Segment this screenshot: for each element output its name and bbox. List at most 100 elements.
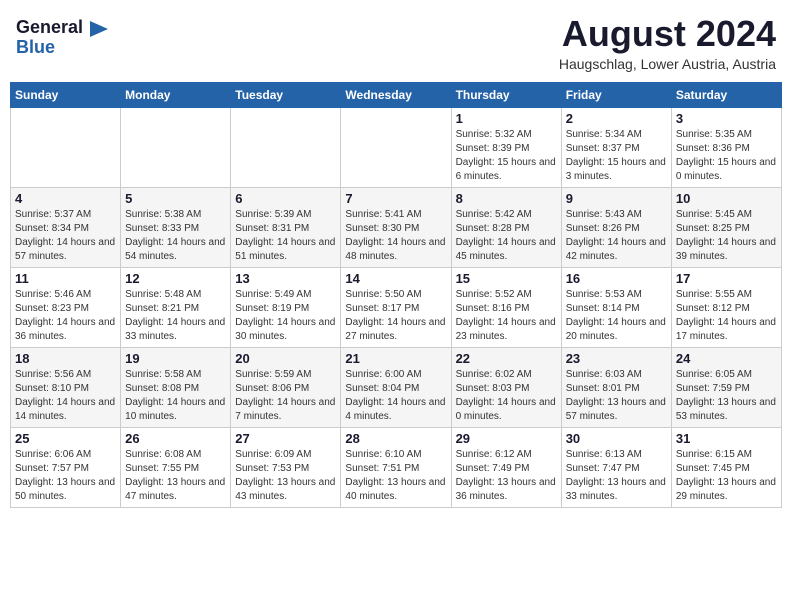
weekday-header-wednesday: Wednesday [341, 82, 451, 107]
calendar-cell: 19 Sunrise: 5:58 AM Sunset: 8:08 PM Dayli… [121, 347, 231, 427]
calendar-cell: 23 Sunrise: 6:03 AM Sunset: 8:01 PM Dayli… [561, 347, 671, 427]
weekday-header-sunday: Sunday [11, 82, 121, 107]
calendar-cell: 1Sunrise: 5:32 AM Sunset: 8:39 PM Daylig… [451, 107, 561, 187]
calendar-week-row: 11 Sunrise: 5:46 AM Sunset: 8:23 PM Dayli… [11, 267, 782, 347]
calendar-cell [11, 107, 121, 187]
calendar-cell [341, 107, 451, 187]
day-number: 14 [345, 271, 446, 286]
calendar-week-row: 4Sunrise: 5:37 AM Sunset: 8:34 PM Daylig… [11, 187, 782, 267]
calendar-cell [231, 107, 341, 187]
calendar-cell: 16 Sunrise: 5:53 AM Sunset: 8:14 PM Dayli… [561, 267, 671, 347]
weekday-header-monday: Monday [121, 82, 231, 107]
calendar-cell: 7Sunrise: 5:41 AM Sunset: 8:30 PM Daylig… [341, 187, 451, 267]
calendar-cell: 8Sunrise: 5:42 AM Sunset: 8:28 PM Daylig… [451, 187, 561, 267]
day-number: 26 [125, 431, 226, 446]
calendar-cell: 26Sunrise: 6:08 AM Sunset: 7:55 PM Dayli… [121, 427, 231, 507]
day-detail: Sunrise: 5:35 AM Sunset: 8:36 PM Dayligh… [676, 128, 777, 184]
day-number: 22 [456, 351, 557, 366]
day-detail: Sunrise: 5:38 AM Sunset: 8:33 PM Dayligh… [125, 208, 226, 264]
calendar-cell: 12 Sunrise: 5:48 AM Sunset: 8:21 PM Dayli… [121, 267, 231, 347]
day-detail: Sunrise: 5:50 AM Sunset: 8:17 PM Dayligh… [345, 288, 446, 344]
calendar-table: SundayMondayTuesdayWednesdayThursdayFrid… [10, 82, 782, 508]
logo-text: General Blue [16, 18, 83, 58]
calendar-cell: 31Sunrise: 6:15 AM Sunset: 7:45 PM Dayli… [671, 427, 781, 507]
calendar-cell: 21 Sunrise: 6:00 AM Sunset: 8:04 PM Dayli… [341, 347, 451, 427]
calendar-cell: 15 Sunrise: 5:52 AM Sunset: 8:16 PM Dayli… [451, 267, 561, 347]
calendar-cell: 3Sunrise: 5:35 AM Sunset: 8:36 PM Daylig… [671, 107, 781, 187]
day-detail: Sunrise: 5:39 AM Sunset: 8:31 PM Dayligh… [235, 208, 336, 264]
day-detail: Sunrise: 6:12 AM Sunset: 7:49 PM Dayligh… [456, 448, 557, 504]
weekday-header-thursday: Thursday [451, 82, 561, 107]
day-detail: Sunrise: 5:41 AM Sunset: 8:30 PM Dayligh… [345, 208, 446, 264]
calendar-cell: 2 Sunrise: 5:34 AM Sunset: 8:37 PM Daylig… [561, 107, 671, 187]
calendar-cell: 4Sunrise: 5:37 AM Sunset: 8:34 PM Daylig… [11, 187, 121, 267]
calendar-cell: 17 Sunrise: 5:55 AM Sunset: 8:12 PM Dayli… [671, 267, 781, 347]
calendar-cell: 13 Sunrise: 5:49 AM Sunset: 8:19 PM Dayli… [231, 267, 341, 347]
day-number: 12 [125, 271, 226, 286]
day-number: 13 [235, 271, 336, 286]
day-detail: Sunrise: 5:59 AM Sunset: 8:06 PM Dayligh… [235, 368, 336, 424]
day-detail: Sunrise: 5:42 AM Sunset: 8:28 PM Dayligh… [456, 208, 557, 264]
calendar-cell: 24Sunrise: 6:05 AM Sunset: 7:59 PM Dayli… [671, 347, 781, 427]
day-detail: Sunrise: 6:03 AM Sunset: 8:01 PM Dayligh… [566, 368, 667, 424]
day-number: 16 [566, 271, 667, 286]
day-number: 10 [676, 191, 777, 206]
day-detail: Sunrise: 5:58 AM Sunset: 8:08 PM Dayligh… [125, 368, 226, 424]
logo: General Blue [16, 18, 110, 58]
calendar-week-row: 18 Sunrise: 5:56 AM Sunset: 8:10 PM Dayli… [11, 347, 782, 427]
calendar-cell: 5 Sunrise: 5:38 AM Sunset: 8:33 PM Daylig… [121, 187, 231, 267]
day-number: 21 [345, 351, 446, 366]
day-detail: Sunrise: 5:37 AM Sunset: 8:34 PM Dayligh… [15, 208, 116, 264]
day-number: 30 [566, 431, 667, 446]
calendar-cell: 30 Sunrise: 6:13 AM Sunset: 7:47 PM Dayli… [561, 427, 671, 507]
page-header: General Blue August 2024 Haugschlag, Low… [10, 10, 782, 76]
calendar-cell: 18 Sunrise: 5:56 AM Sunset: 8:10 PM Dayli… [11, 347, 121, 427]
calendar-cell [121, 107, 231, 187]
calendar-cell: 14 Sunrise: 5:50 AM Sunset: 8:17 PM Dayli… [341, 267, 451, 347]
day-number: 1 [456, 111, 557, 126]
day-detail: Sunrise: 5:43 AM Sunset: 8:26 PM Dayligh… [566, 208, 667, 264]
day-detail: Sunrise: 5:34 AM Sunset: 8:37 PM Dayligh… [566, 128, 667, 184]
day-number: 9 [566, 191, 667, 206]
day-number: 6 [235, 191, 336, 206]
logo-flag-icon [88, 19, 110, 51]
day-detail: Sunrise: 6:13 AM Sunset: 7:47 PM Dayligh… [566, 448, 667, 504]
day-number: 28 [345, 431, 446, 446]
weekday-header-saturday: Saturday [671, 82, 781, 107]
day-detail: Sunrise: 5:49 AM Sunset: 8:19 PM Dayligh… [235, 288, 336, 344]
weekday-header-row: SundayMondayTuesdayWednesdayThursdayFrid… [11, 82, 782, 107]
day-number: 29 [456, 431, 557, 446]
calendar-week-row: 25Sunrise: 6:06 AM Sunset: 7:57 PM Dayli… [11, 427, 782, 507]
day-number: 18 [15, 351, 116, 366]
day-detail: Sunrise: 5:52 AM Sunset: 8:16 PM Dayligh… [456, 288, 557, 344]
day-number: 15 [456, 271, 557, 286]
calendar-week-row: 1Sunrise: 5:32 AM Sunset: 8:39 PM Daylig… [11, 107, 782, 187]
location-subtitle: Haugschlag, Lower Austria, Austria [559, 56, 776, 72]
calendar-cell: 25Sunrise: 6:06 AM Sunset: 7:57 PM Dayli… [11, 427, 121, 507]
day-number: 11 [15, 271, 116, 286]
day-number: 2 [566, 111, 667, 126]
calendar-cell: 29 Sunrise: 6:12 AM Sunset: 7:49 PM Dayli… [451, 427, 561, 507]
calendar-cell: 6 Sunrise: 5:39 AM Sunset: 8:31 PM Daylig… [231, 187, 341, 267]
weekday-header-tuesday: Tuesday [231, 82, 341, 107]
day-detail: Sunrise: 5:56 AM Sunset: 8:10 PM Dayligh… [15, 368, 116, 424]
day-number: 5 [125, 191, 226, 206]
calendar-cell: 10Sunrise: 5:45 AM Sunset: 8:25 PM Dayli… [671, 187, 781, 267]
day-detail: Sunrise: 6:00 AM Sunset: 8:04 PM Dayligh… [345, 368, 446, 424]
day-detail: Sunrise: 6:15 AM Sunset: 7:45 PM Dayligh… [676, 448, 777, 504]
calendar-cell: 28 Sunrise: 6:10 AM Sunset: 7:51 PM Dayli… [341, 427, 451, 507]
month-title: August 2024 [559, 14, 776, 54]
day-detail: Sunrise: 5:55 AM Sunset: 8:12 PM Dayligh… [676, 288, 777, 344]
calendar-cell: 27Sunrise: 6:09 AM Sunset: 7:53 PM Dayli… [231, 427, 341, 507]
day-detail: Sunrise: 5:53 AM Sunset: 8:14 PM Dayligh… [566, 288, 667, 344]
day-detail: Sunrise: 5:48 AM Sunset: 8:21 PM Dayligh… [125, 288, 226, 344]
day-number: 20 [235, 351, 336, 366]
day-detail: Sunrise: 6:02 AM Sunset: 8:03 PM Dayligh… [456, 368, 557, 424]
day-detail: Sunrise: 6:05 AM Sunset: 7:59 PM Dayligh… [676, 368, 777, 424]
day-number: 17 [676, 271, 777, 286]
day-number: 23 [566, 351, 667, 366]
day-detail: Sunrise: 5:46 AM Sunset: 8:23 PM Dayligh… [15, 288, 116, 344]
day-detail: Sunrise: 6:10 AM Sunset: 7:51 PM Dayligh… [345, 448, 446, 504]
calendar-cell: 22 Sunrise: 6:02 AM Sunset: 8:03 PM Dayli… [451, 347, 561, 427]
day-number: 19 [125, 351, 226, 366]
